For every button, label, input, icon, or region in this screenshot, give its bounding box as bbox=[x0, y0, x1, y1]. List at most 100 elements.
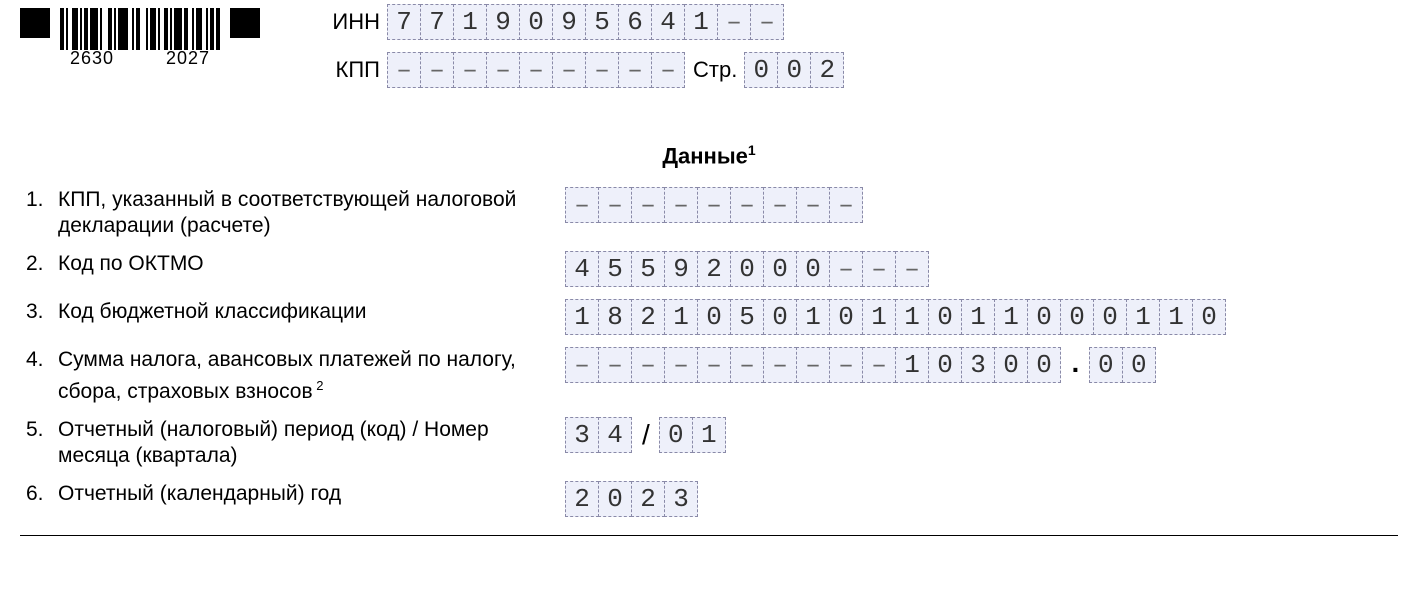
cell: 0 bbox=[519, 4, 553, 40]
row-label: 5.Отчетный (налоговый) период (код) / Но… bbox=[26, 417, 566, 469]
cell: – bbox=[730, 187, 764, 223]
divider bbox=[20, 535, 1398, 536]
cell: – bbox=[565, 187, 599, 223]
cell: 0 bbox=[730, 251, 764, 287]
cell-group: 01 bbox=[660, 417, 726, 453]
cell: – bbox=[651, 52, 685, 88]
cell-group: 34 bbox=[566, 417, 632, 453]
cell: 0 bbox=[1060, 299, 1094, 335]
row-value: 34 / 01 bbox=[566, 417, 726, 453]
cell: 9 bbox=[664, 251, 698, 287]
cell: 2 bbox=[565, 481, 599, 517]
cell: 0 bbox=[796, 251, 830, 287]
section-title: Данные1 bbox=[20, 142, 1398, 169]
cell: – bbox=[387, 52, 421, 88]
row-value: 18210501011011000110 bbox=[566, 299, 1226, 335]
marker-square-left bbox=[20, 8, 50, 38]
marker-square-right bbox=[230, 8, 260, 38]
cell: 1 bbox=[684, 4, 718, 40]
cell: 0 bbox=[744, 52, 778, 88]
cell: 0 bbox=[994, 347, 1028, 383]
cell-group: 00 bbox=[1090, 347, 1156, 383]
cell: 1 bbox=[895, 299, 929, 335]
cell: – bbox=[829, 187, 863, 223]
cell: 0 bbox=[777, 52, 811, 88]
cell: – bbox=[420, 52, 454, 88]
cell: – bbox=[763, 347, 797, 383]
cell: 0 bbox=[1093, 299, 1127, 335]
cell: 0 bbox=[1027, 299, 1061, 335]
cell: – bbox=[829, 347, 863, 383]
cell: 3 bbox=[565, 417, 599, 453]
inn-cells: 7719095641–– bbox=[388, 4, 784, 40]
cell: – bbox=[631, 347, 665, 383]
cell: 6 bbox=[618, 4, 652, 40]
cell: 0 bbox=[763, 299, 797, 335]
cell-group: 18210501011011000110 bbox=[566, 299, 1226, 335]
cell: 4 bbox=[598, 417, 632, 453]
cell: 0 bbox=[697, 299, 731, 335]
barcode-block: 2630 2027 bbox=[20, 4, 260, 69]
cell: – bbox=[453, 52, 487, 88]
cell: 2 bbox=[631, 299, 665, 335]
cell: 3 bbox=[961, 347, 995, 383]
cell: 0 bbox=[1089, 347, 1123, 383]
cell: 2 bbox=[631, 481, 665, 517]
cell-group: ––––––––––10300 bbox=[566, 347, 1061, 383]
data-row: 2.Код по ОКТМО45592000––– bbox=[26, 251, 1398, 287]
cell: 4 bbox=[651, 4, 685, 40]
cell: – bbox=[486, 52, 520, 88]
cell: 2 bbox=[810, 52, 844, 88]
cell: 3 bbox=[664, 481, 698, 517]
row-value: ––––––––––10300.00 bbox=[566, 347, 1156, 383]
data-row: 1.КПП, указанный в соответствующей налог… bbox=[26, 187, 1398, 239]
cell: – bbox=[697, 187, 731, 223]
cell: 0 bbox=[829, 299, 863, 335]
row-label: 1.КПП, указанный в соответствующей налог… bbox=[26, 187, 566, 239]
cell: – bbox=[862, 347, 896, 383]
cell: – bbox=[585, 52, 619, 88]
row-label: 2.Код по ОКТМО bbox=[26, 251, 566, 277]
cell: 1 bbox=[664, 299, 698, 335]
cell: 5 bbox=[730, 299, 764, 335]
row-value: ––––––––– bbox=[566, 187, 863, 223]
cell: 1 bbox=[565, 299, 599, 335]
cell: 1 bbox=[895, 347, 929, 383]
cell: 1 bbox=[862, 299, 896, 335]
cell: – bbox=[519, 52, 553, 88]
cell: – bbox=[763, 187, 797, 223]
cell: 5 bbox=[598, 251, 632, 287]
row-label: 3.Код бюджетной классификации bbox=[26, 299, 566, 325]
cell: – bbox=[552, 52, 586, 88]
cell: – bbox=[618, 52, 652, 88]
page-cells: 002 bbox=[745, 52, 844, 88]
page-label: Стр. bbox=[693, 57, 737, 83]
cell: 9 bbox=[552, 4, 586, 40]
cell: – bbox=[796, 347, 830, 383]
slash-separator: / bbox=[642, 419, 650, 451]
cell: – bbox=[664, 347, 698, 383]
cell: 0 bbox=[659, 417, 693, 453]
cell: 4 bbox=[565, 251, 599, 287]
cell: – bbox=[796, 187, 830, 223]
data-row: 5.Отчетный (налоговый) период (код) / Но… bbox=[26, 417, 1398, 469]
cell: 0 bbox=[598, 481, 632, 517]
cell: 0 bbox=[763, 251, 797, 287]
barcode: 2630 2027 bbox=[60, 8, 220, 69]
cell-group: 45592000––– bbox=[566, 251, 929, 287]
cell: 2 bbox=[697, 251, 731, 287]
cell: 9 bbox=[486, 4, 520, 40]
cell: – bbox=[717, 4, 751, 40]
data-row: 4.Сумма налога, авансовых платежей по на… bbox=[26, 347, 1398, 405]
kpp-cells: ––––––––– bbox=[388, 52, 685, 88]
cell: 1 bbox=[1126, 299, 1160, 335]
barcode-num-right: 2027 bbox=[166, 48, 210, 69]
row-value: 2023 bbox=[566, 481, 698, 517]
cell: 1 bbox=[994, 299, 1028, 335]
cell: – bbox=[664, 187, 698, 223]
data-row: 6.Отчетный (календарный) год2023 bbox=[26, 481, 1398, 517]
cell: 1 bbox=[1159, 299, 1193, 335]
cell: 7 bbox=[387, 4, 421, 40]
row-value: 45592000––– bbox=[566, 251, 929, 287]
barcode-num-left: 2630 bbox=[70, 48, 114, 69]
